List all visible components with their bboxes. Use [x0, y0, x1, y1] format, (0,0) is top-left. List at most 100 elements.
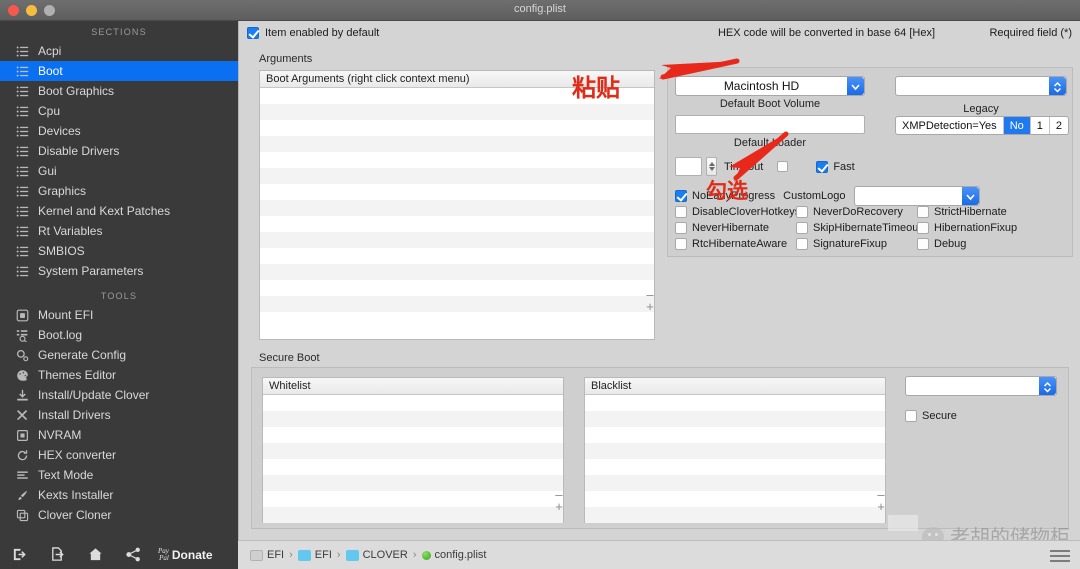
blacklist-add[interactable]: +	[874, 501, 888, 513]
hamburger-icon[interactable]	[1050, 550, 1070, 565]
flag-neverhibernate[interactable]: NeverHibernate	[675, 222, 769, 234]
list-item[interactable]	[260, 264, 654, 280]
whitelist-rows[interactable]	[263, 395, 563, 539]
flag-hibernationfixup[interactable]: HibernationFixup	[917, 222, 1017, 234]
list-item[interactable]	[260, 296, 654, 312]
chevron-down-icon[interactable]	[847, 77, 864, 95]
fast-checkbox-row[interactable]: Fast	[816, 161, 854, 173]
stepper-chevron-icon[interactable]	[1049, 77, 1066, 95]
breadcrumb-items[interactable]: EFI›EFI›CLOVER›config.plist	[250, 549, 487, 561]
list-item[interactable]	[585, 475, 885, 491]
sidebar-item-acpi[interactable]: Acpi	[0, 41, 238, 61]
share-icon[interactable]	[114, 546, 152, 564]
list-item[interactable]	[260, 152, 654, 168]
list-item[interactable]	[585, 459, 885, 475]
boot-arguments-add[interactable]: +	[643, 301, 657, 313]
sidebar-item-smbios[interactable]: SMBIOS	[0, 241, 238, 261]
list-item[interactable]	[260, 216, 654, 232]
flag-checkbox[interactable]	[917, 238, 929, 250]
flag-signaturefixup[interactable]: SignatureFixup	[796, 238, 887, 250]
list-item[interactable]	[260, 104, 654, 120]
sidebar-item-disable-drivers[interactable]: Disable Drivers	[0, 141, 238, 161]
flag-checkbox[interactable]	[796, 222, 808, 234]
list-item[interactable]	[263, 523, 563, 539]
list-item[interactable]	[260, 168, 654, 184]
no-early-progress-checkbox[interactable]	[675, 190, 687, 202]
sidebar-item-boot-graphics[interactable]: Boot Graphics	[0, 81, 238, 101]
sidebar-item-kernel-and-kext-patches[interactable]: Kernel and Kext Patches	[0, 201, 238, 221]
flag-neverdorecovery[interactable]: NeverDoRecovery	[796, 206, 903, 218]
xmp-option[interactable]: 1	[1031, 117, 1050, 134]
list-item[interactable]	[260, 184, 654, 200]
donate-button[interactable]: Pay Pal Donate	[158, 548, 213, 562]
breadcrumb-item[interactable]: config.plist	[422, 549, 487, 561]
list-item[interactable]	[263, 459, 563, 475]
secure-policy-combo[interactable]	[905, 376, 1057, 396]
list-item[interactable]	[260, 120, 654, 136]
sidebar-item-gui[interactable]: Gui	[0, 161, 238, 181]
sidebar-item-boot[interactable]: Boot	[0, 61, 238, 81]
flag-checkbox[interactable]	[796, 206, 808, 218]
sidebar-tool-hex-converter[interactable]: HEX converter	[0, 445, 238, 465]
list-item[interactable]	[263, 443, 563, 459]
sidebar-tool-nvram[interactable]: NVRAM	[0, 425, 238, 445]
list-item[interactable]	[260, 280, 654, 296]
list-item[interactable]	[585, 395, 885, 411]
flag-checkbox[interactable]	[675, 238, 687, 250]
list-item[interactable]	[260, 248, 654, 264]
list-item[interactable]	[263, 411, 563, 427]
list-item[interactable]	[585, 507, 885, 523]
list-item[interactable]	[263, 427, 563, 443]
flag-checkbox[interactable]	[675, 222, 687, 234]
custom-logo-combo[interactable]	[854, 186, 980, 206]
sidebar-item-cpu[interactable]: Cpu	[0, 101, 238, 121]
list-item[interactable]	[585, 411, 885, 427]
sidebar-tool-boot-log[interactable]: Boot.log	[0, 325, 238, 345]
sidebar-tool-install-update-clover[interactable]: Install/Update Clover	[0, 385, 238, 405]
breadcrumb-item[interactable]: CLOVER	[346, 549, 408, 561]
list-item[interactable]	[585, 523, 885, 539]
whitelist-addremove[interactable]: – +	[552, 489, 566, 515]
flag-stricthibernate[interactable]: StrictHibernate	[917, 206, 1007, 218]
sidebar-tool-clover-cloner[interactable]: Clover Cloner	[0, 505, 238, 525]
list-item[interactable]	[585, 427, 885, 443]
sidebar-tool-mount-efi[interactable]: Mount EFI	[0, 305, 238, 325]
xmp-option[interactable]: No	[1004, 117, 1031, 134]
sidebar-item-devices[interactable]: Devices	[0, 121, 238, 141]
fast-checkbox[interactable]	[816, 161, 828, 173]
sidebar-tool-themes-editor[interactable]: Themes Editor	[0, 365, 238, 385]
flag-debug[interactable]: Debug	[917, 238, 966, 250]
breadcrumb-item[interactable]: EFI	[250, 549, 284, 561]
boot-arguments-addremove[interactable]: – +	[643, 289, 657, 315]
breadcrumb-item[interactable]: EFI	[298, 549, 332, 561]
xmp-detection-segmented[interactable]: XMPDetection=YesNo12	[895, 116, 1069, 135]
flag-skiphibernatetimeout[interactable]: SkipHibernateTimeout	[796, 222, 921, 234]
blacklist-addremove[interactable]: – +	[874, 489, 888, 515]
custom-logo-chevron-icon[interactable]	[962, 187, 979, 205]
list-item[interactable]	[585, 443, 885, 459]
sidebar-tool-text-mode[interactable]: Text Mode	[0, 465, 238, 485]
boot-arguments-rows[interactable]	[260, 88, 654, 312]
import-icon[interactable]	[0, 546, 38, 564]
list-item[interactable]	[263, 507, 563, 523]
secure-checkbox[interactable]	[905, 410, 917, 422]
list-item[interactable]	[263, 491, 563, 507]
flag-rtchibernateaware[interactable]: RtcHibernateAware	[675, 238, 787, 250]
legacy-combo[interactable]	[895, 76, 1067, 96]
sidebar-item-system-parameters[interactable]: System Parameters	[0, 261, 238, 281]
xmp-option[interactable]: 2	[1050, 117, 1068, 134]
timeout-field[interactable]	[675, 157, 702, 176]
secure-policy-chevron-icon[interactable]	[1039, 377, 1056, 395]
secure-checkbox-row[interactable]: Secure	[905, 410, 957, 422]
xmp-option[interactable]: XMPDetection=Yes	[896, 117, 1004, 134]
item-enabled-checkbox[interactable]	[247, 27, 259, 39]
flag-checkbox[interactable]	[917, 206, 929, 218]
list-item[interactable]	[263, 395, 563, 411]
whitelist-add[interactable]: +	[552, 501, 566, 513]
export-icon[interactable]	[38, 546, 76, 564]
sidebar-tool-kexts-installer[interactable]: Kexts Installer	[0, 485, 238, 505]
flag-checkbox[interactable]	[917, 222, 929, 234]
flag-checkbox[interactable]	[796, 238, 808, 250]
list-item[interactable]	[260, 200, 654, 216]
sidebar-item-graphics[interactable]: Graphics	[0, 181, 238, 201]
